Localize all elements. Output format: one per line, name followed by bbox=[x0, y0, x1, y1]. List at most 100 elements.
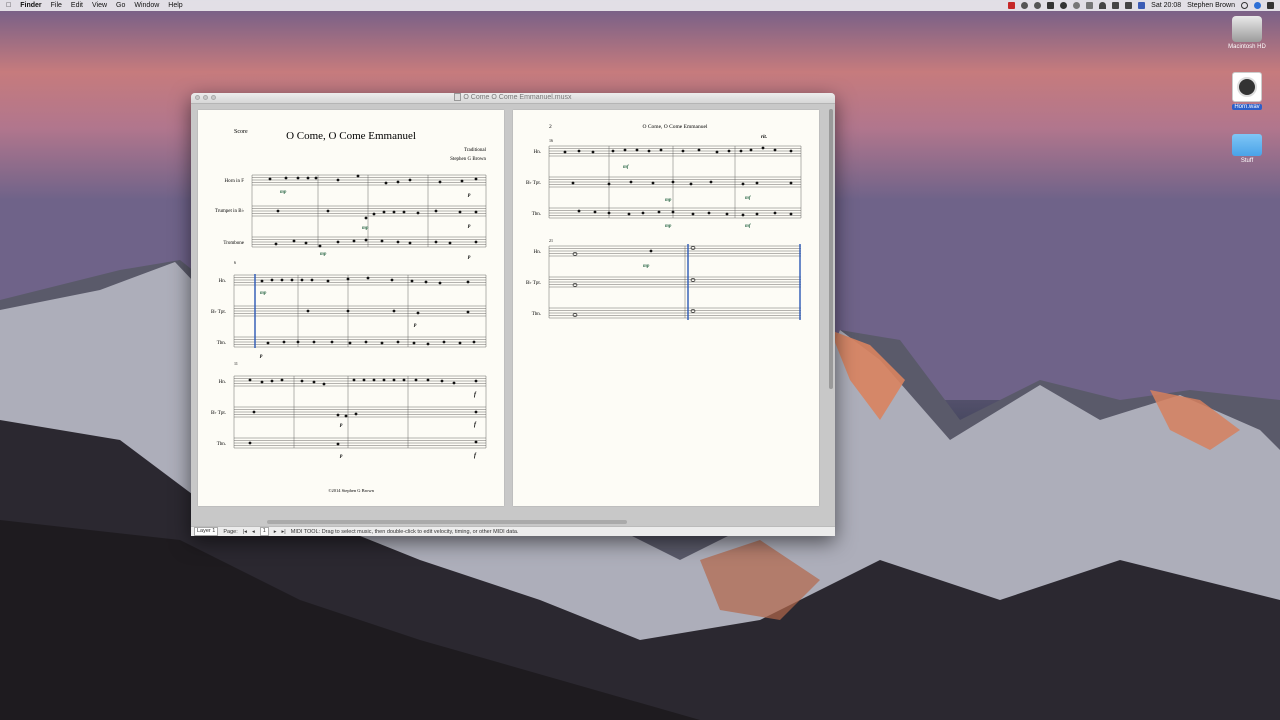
volume-icon[interactable] bbox=[1125, 2, 1133, 9]
vertical-scrollbar[interactable] bbox=[829, 105, 834, 525]
dynamic-mp[interactable]: mp bbox=[260, 291, 267, 296]
dynamic-mp[interactable]: mp bbox=[643, 264, 650, 269]
hard-drive-icon bbox=[1232, 16, 1262, 42]
tempo-rit[interactable]: rit. bbox=[761, 135, 767, 140]
dynamic-p[interactable]: p bbox=[339, 454, 343, 459]
dynamic-mp[interactable]: mp bbox=[665, 224, 672, 229]
dynamic-p[interactable]: p bbox=[467, 224, 471, 229]
dynamic-p[interactable]: p bbox=[467, 193, 471, 198]
measure-number: 11 bbox=[234, 361, 238, 366]
staff-label-trombone-short: Tbn. bbox=[217, 442, 226, 447]
user-name[interactable]: Stephen Brown bbox=[1187, 2, 1235, 9]
time-machine-icon[interactable] bbox=[1073, 2, 1081, 9]
composer-credit: Traditional bbox=[464, 148, 487, 153]
status-icon-1[interactable] bbox=[1021, 2, 1029, 9]
vertical-scroll-thumb[interactable] bbox=[829, 109, 833, 389]
finale-document-window: O Come O Come Emmanuel.musx Score O Come… bbox=[191, 93, 835, 536]
status-message: MIDI TOOL: Drag to select music, then do… bbox=[290, 528, 519, 535]
clock[interactable]: Sat 20:08 bbox=[1151, 2, 1181, 9]
staff-label-horn: Horn in F bbox=[225, 179, 245, 184]
page2-system-2-staves bbox=[548, 245, 801, 319]
dynamic-f[interactable]: f bbox=[474, 422, 477, 428]
dynamic-f[interactable]: f bbox=[474, 453, 477, 459]
desktop-icon-macintosh-hd[interactable]: Macintosh HD bbox=[1225, 16, 1269, 50]
staff-label-trombone-short: Tbn. bbox=[532, 312, 541, 317]
dynamic-p[interactable]: p bbox=[413, 323, 417, 328]
staff-label-trumpet-short: B♭ Tpt. bbox=[211, 410, 226, 416]
menu-go[interactable]: Go bbox=[116, 2, 125, 9]
dynamic-mp[interactable]: mp bbox=[280, 190, 287, 195]
staff-label-trumpet-short: B♭ Tpt. bbox=[526, 180, 541, 186]
folder-icon bbox=[1232, 134, 1262, 156]
dynamic-p[interactable]: p bbox=[467, 255, 471, 260]
dynamic-p[interactable]: p bbox=[339, 423, 343, 428]
last-page-button[interactable]: ▸| bbox=[282, 529, 286, 535]
staff-label-trombone-short: Tbn. bbox=[217, 341, 226, 346]
recording-status-icon[interactable] bbox=[1008, 2, 1016, 9]
dynamic-p[interactable]: p bbox=[259, 354, 263, 359]
dynamic-mf[interactable]: mf bbox=[623, 165, 630, 170]
horizontal-scroll-thumb[interactable] bbox=[267, 520, 627, 524]
status-icon-2[interactable] bbox=[1034, 2, 1042, 9]
menu-view[interactable]: View bbox=[92, 2, 107, 9]
dynamic-f[interactable]: f bbox=[474, 392, 477, 398]
staff-label-horn-short: Hn. bbox=[219, 279, 226, 284]
horizontal-scrollbar[interactable] bbox=[197, 520, 827, 525]
measure-number: 21 bbox=[549, 238, 553, 243]
score-page-1[interactable]: Score O Come, O Come Emmanuel Traditiona… bbox=[198, 110, 504, 506]
spotlight-search-icon[interactable] bbox=[1241, 2, 1248, 9]
copyright-text: ©2014 Stephen G Brown bbox=[328, 488, 375, 493]
menu-file[interactable]: File bbox=[51, 2, 62, 9]
layer-select[interactable]: Layer 1 bbox=[194, 527, 219, 536]
desktop-icon-horn-wav[interactable]: Horn.wav bbox=[1225, 72, 1269, 110]
apple-icon[interactable]:  bbox=[6, 2, 11, 9]
dynamic-mf[interactable]: mf bbox=[745, 224, 752, 229]
close-button[interactable] bbox=[195, 95, 200, 100]
dynamic-mf[interactable]: mf bbox=[745, 196, 752, 201]
desktop-icon-label: Macintosh HD bbox=[1228, 44, 1266, 50]
system-1-staves bbox=[251, 174, 487, 248]
dynamic-mp[interactable]: mp bbox=[362, 226, 369, 231]
next-page-button[interactable]: ▸ bbox=[274, 529, 277, 535]
first-page-button[interactable]: |◂ bbox=[243, 529, 247, 535]
arranger-credit: Stephen G Brown bbox=[450, 157, 486, 162]
menu-help[interactable]: Help bbox=[168, 2, 182, 9]
menu-edit[interactable]: Edit bbox=[71, 2, 83, 9]
score-page-2[interactable]: 2 O Come, O Come Emmanuel 16 Hn. B♭ Tpt.… bbox=[513, 110, 819, 506]
page-1-notation[interactable]: Score O Come, O Come Emmanuel Traditiona… bbox=[198, 110, 504, 506]
page-number-field[interactable]: 1 bbox=[259, 527, 269, 536]
page-2-notation[interactable]: 2 O Come, O Come Emmanuel 16 Hn. B♭ Tpt.… bbox=[513, 110, 819, 506]
desktop-icon-stuff[interactable]: Stuff bbox=[1225, 130, 1269, 164]
bluetooth-icon[interactable] bbox=[1086, 2, 1094, 9]
document-icon bbox=[454, 93, 462, 102]
page2-system-1-staves bbox=[548, 145, 802, 219]
staff-label-horn-short: Hn. bbox=[534, 150, 541, 155]
previous-page-button[interactable]: ◂ bbox=[252, 529, 255, 535]
score-title: O Come, O Come Emmanuel bbox=[286, 130, 416, 142]
menu-window[interactable]: Window bbox=[134, 2, 159, 9]
page2-system-1-notes bbox=[563, 146, 793, 217]
menu-app-name[interactable]: Finder bbox=[20, 2, 41, 9]
airplay-icon[interactable] bbox=[1112, 2, 1120, 9]
staff-label-horn-short: Hn. bbox=[534, 250, 541, 255]
wifi-icon[interactable] bbox=[1099, 2, 1107, 9]
dynamic-mp[interactable]: mp bbox=[320, 252, 327, 257]
page-header-title: O Come, O Come Emmanuel bbox=[643, 124, 708, 130]
notification-center-icon[interactable] bbox=[1267, 2, 1274, 9]
measure-number: 6 bbox=[234, 260, 236, 265]
system-2-staves bbox=[233, 274, 487, 348]
staff-label-horn-short: Hn. bbox=[219, 380, 226, 385]
audio-file-icon bbox=[1232, 72, 1262, 102]
dynamic-mp[interactable]: mp bbox=[665, 198, 672, 203]
zoom-button[interactable] bbox=[211, 95, 216, 100]
score-label: Score bbox=[234, 129, 248, 135]
staff-label-trumpet-short: B♭ Tpt. bbox=[526, 280, 541, 286]
system-3-staves bbox=[233, 375, 487, 449]
window-titlebar[interactable]: O Come O Come Emmanuel.musx bbox=[191, 93, 835, 104]
siri-icon[interactable] bbox=[1254, 2, 1261, 9]
cloud-icon[interactable] bbox=[1060, 2, 1068, 9]
minimize-button[interactable] bbox=[203, 95, 208, 100]
staff-label-trumpet: Trumpet in B♭ bbox=[215, 208, 244, 214]
dropbox-icon[interactable] bbox=[1047, 2, 1055, 9]
flag-icon[interactable] bbox=[1138, 2, 1146, 9]
